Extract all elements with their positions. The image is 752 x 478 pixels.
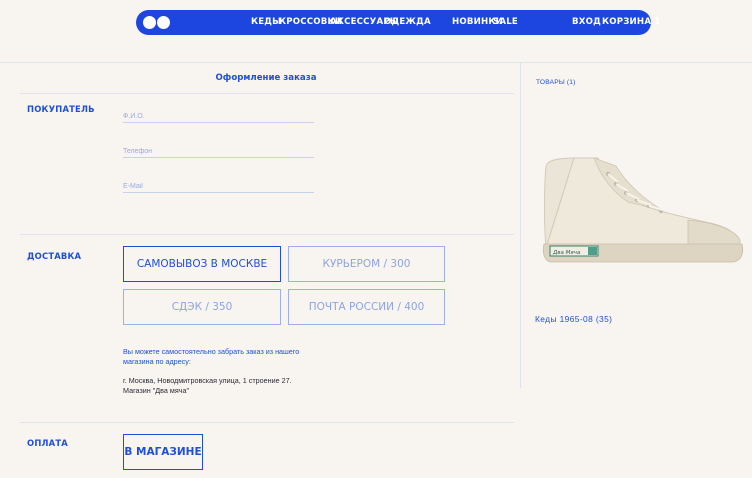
delivery-section-label: ДОСТАВКА [27, 251, 82, 261]
payment-section-label: ОПЛАТА [27, 438, 68, 448]
delivery-option-cdek[interactable]: СДЭК / 350 [123, 289, 281, 325]
delivery-option-russian-post[interactable]: ПОЧТА РОССИИ / 400 [288, 289, 445, 325]
cart-link[interactable]: КОРЗИНА 1 [602, 10, 661, 35]
email-field [123, 175, 314, 194]
logo-ball-right [157, 16, 170, 29]
shoe-badge-text: Два Мяча [552, 250, 581, 256]
phone-field [123, 140, 314, 159]
section-divider [20, 93, 514, 94]
email-input[interactable] [123, 179, 314, 194]
store-address-line1: г. Москва, Новодмитровская улица, 1 стро… [123, 376, 292, 385]
nav-item-sale[interactable]: SALE [493, 10, 518, 35]
header-divider [0, 62, 752, 63]
payment-option-in-store[interactable]: В МАГАЗИНЕ [123, 434, 203, 470]
page-title: Оформление заказа [215, 73, 317, 83]
logo-ball-left [143, 16, 156, 29]
full-name-input[interactable] [123, 109, 314, 124]
delivery-option-pickup[interactable]: САМОВЫВОЗ В МОСКВЕ [123, 246, 281, 282]
column-divider [520, 62, 521, 388]
two-balls-logo[interactable] [143, 16, 171, 29]
login-link[interactable]: ВХОД [572, 10, 601, 35]
top-nav-bar: КЕДЫ КРОССОВКИ АКСЕССУАРЫ ОДЕЖДА НОВИНКИ… [136, 10, 660, 35]
full-name-field [123, 105, 314, 124]
delivery-option-courier[interactable]: КУРЬЕРОМ / 300 [288, 246, 445, 282]
cart-items-count: ТОВАРЫ (1) [536, 79, 576, 86]
product-name[interactable]: Кеды 1965-08 (35) [535, 314, 612, 324]
section-divider [20, 234, 514, 235]
section-divider [20, 422, 514, 423]
buyer-section-label: ПОКУПАТЕЛЬ [27, 104, 95, 114]
pickup-note-line2: магазина по адресу: [123, 357, 191, 366]
product-image[interactable]: Два Мяча [538, 148, 744, 268]
nav-item-clothing[interactable]: ОДЕЖДА [384, 10, 431, 35]
phone-input[interactable] [123, 144, 314, 159]
nav-item-kedy[interactable]: КЕДЫ [251, 10, 281, 35]
store-address-line2: Магазин "Два мяча" [123, 386, 189, 395]
pickup-note-line1: Вы можете самостоятельно забрать заказ и… [123, 347, 300, 356]
